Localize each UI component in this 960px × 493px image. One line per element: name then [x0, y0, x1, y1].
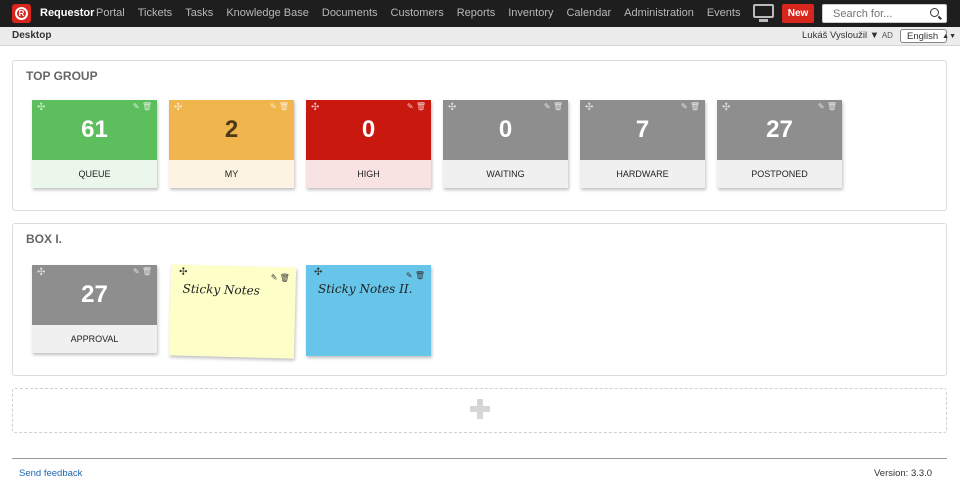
move-icon[interactable]: ✣ [722, 102, 730, 113]
move-icon[interactable]: ✣ [37, 267, 45, 278]
select-arrows-icon: ▲▼ [942, 32, 957, 40]
search-box [822, 4, 947, 23]
language-select[interactable]: English ▲▼ [900, 29, 956, 43]
tile-count: 61 [81, 116, 108, 143]
tile-header[interactable]: ✣ ✎ 🗑 27 [717, 100, 842, 160]
edit-delete-icons[interactable]: ✎ 🗑 [818, 102, 837, 111]
tile-label: APPROVAL [32, 325, 157, 353]
footer-divider [12, 458, 947, 459]
tile-count: 0 [361, 116, 376, 143]
move-icon[interactable]: ✣ [585, 102, 593, 113]
tile-count: 0 [498, 116, 513, 143]
sticky-note[interactable]: ✣ ✎ 🗑 Sticky Notes II. [306, 265, 431, 356]
nav-inventory[interactable]: Inventory [508, 7, 553, 19]
move-icon[interactable]: ✣ [448, 102, 456, 113]
tile-label: QUEUE [32, 160, 157, 188]
version-label: Version: 3.3.0 [874, 468, 933, 479]
sticky-note[interactable]: ✣ ✎ 🗑 Sticky Notes [168, 264, 297, 359]
tile-header[interactable]: ✣ ✎ 🗑 27 [32, 265, 157, 325]
sticky-note-text[interactable]: Sticky Notes II. [318, 282, 412, 296]
counter-tile[interactable]: ✣ ✎ 🗑 27 APPROVAL [32, 265, 157, 353]
add-icon[interactable] [470, 399, 490, 419]
tile-count: 27 [766, 116, 793, 143]
tile-label: HIGH [306, 160, 431, 188]
edit-delete-icons[interactable]: ✎ 🗑 [133, 102, 152, 111]
move-icon[interactable]: ✣ [37, 102, 45, 113]
edit-delete-icons[interactable]: ✎ 🗑 [406, 271, 425, 280]
tile-header[interactable]: ✣ ✎ 🗑 0 [306, 100, 431, 160]
tile-label: MY [169, 160, 294, 188]
send-feedback-link[interactable]: Send feedback [19, 468, 82, 479]
counter-tile[interactable]: ✣ ✎ 🗑 0 WAITING [443, 100, 568, 188]
search-icon[interactable] [930, 8, 939, 17]
search-input[interactable] [833, 7, 928, 20]
tile-header[interactable]: ✣ ✎ 🗑 2 [169, 100, 294, 160]
move-icon[interactable]: ✣ [311, 102, 319, 113]
counter-tile[interactable]: ✣ ✎ 🗑 0 HIGH [306, 100, 431, 188]
edit-delete-icons[interactable]: ✎ 🗑 [681, 102, 700, 111]
counter-tile[interactable]: ✣ ✎ 🗑 7 HARDWARE [580, 100, 705, 188]
tile-count: 27 [81, 281, 108, 308]
counter-tile[interactable]: ✣ ✎ 🗑 27 POSTPONED [717, 100, 842, 188]
nav-reports[interactable]: Reports [457, 7, 496, 19]
group-title: TOP GROUP [26, 69, 98, 83]
move-icon[interactable]: ✣ [174, 102, 182, 113]
requestor-logo[interactable]: R [12, 4, 31, 23]
page-title: Desktop [12, 30, 52, 41]
tile-header[interactable]: ✣ ✎ 🗑 7 [580, 100, 705, 160]
tile-header[interactable]: ✣ ✎ 🗑 0 [443, 100, 568, 160]
nav-events[interactable]: Events [707, 7, 741, 19]
edit-delete-icons[interactable]: ✎ 🗑 [133, 267, 152, 276]
top-navbar: R Requestor Portal Tickets Tasks Knowled… [0, 0, 960, 27]
nav-portal[interactable]: Portal [96, 7, 125, 19]
move-icon[interactable]: ✣ [314, 267, 322, 278]
tile-label: WAITING [443, 160, 568, 188]
brand-name[interactable]: Requestor [40, 7, 94, 19]
tile-label: POSTPONED [717, 160, 842, 188]
nav-knowledge-base[interactable]: Knowledge Base [226, 7, 309, 19]
counter-tile[interactable]: ✣ ✎ 🗑 61 QUEUE [32, 100, 157, 188]
nav-customers[interactable]: Customers [391, 7, 444, 19]
nav-administration[interactable]: Administration [624, 7, 694, 19]
move-icon[interactable]: ✣ [179, 267, 188, 278]
edit-delete-icons[interactable]: ✎ 🗑 [270, 102, 289, 111]
counter-tile[interactable]: ✣ ✎ 🗑 2 MY [169, 100, 294, 188]
group-title: BOX I. [26, 232, 63, 246]
edit-delete-icons[interactable]: ✎ 🗑 [407, 102, 426, 111]
edit-delete-icons[interactable]: ✎ 🗑 [271, 273, 290, 282]
tile-count: 7 [635, 116, 650, 143]
tile-label: HARDWARE [580, 160, 705, 188]
nav-documents[interactable]: Documents [322, 7, 378, 19]
new-button[interactable]: New [782, 4, 814, 23]
sub-header: Desktop Lukáš Vysloužil ▼ AD English ▲▼ [0, 27, 960, 46]
nav-tickets[interactable]: Tickets [138, 7, 172, 19]
tile-count: 2 [224, 116, 239, 143]
monitor-icon[interactable] [753, 4, 774, 23]
nav-tasks[interactable]: Tasks [185, 7, 213, 19]
tile-header[interactable]: ✣ ✎ 🗑 61 [32, 100, 157, 160]
edit-delete-icons[interactable]: ✎ 🗑 [544, 102, 563, 111]
nav-calendar[interactable]: Calendar [566, 7, 611, 19]
main-nav: Portal Tickets Tasks Knowledge Base Docu… [96, 7, 753, 19]
user-menu[interactable]: Lukáš Vysloužil ▼ AD [802, 30, 893, 41]
sticky-note-text[interactable]: Sticky Notes [182, 282, 260, 298]
